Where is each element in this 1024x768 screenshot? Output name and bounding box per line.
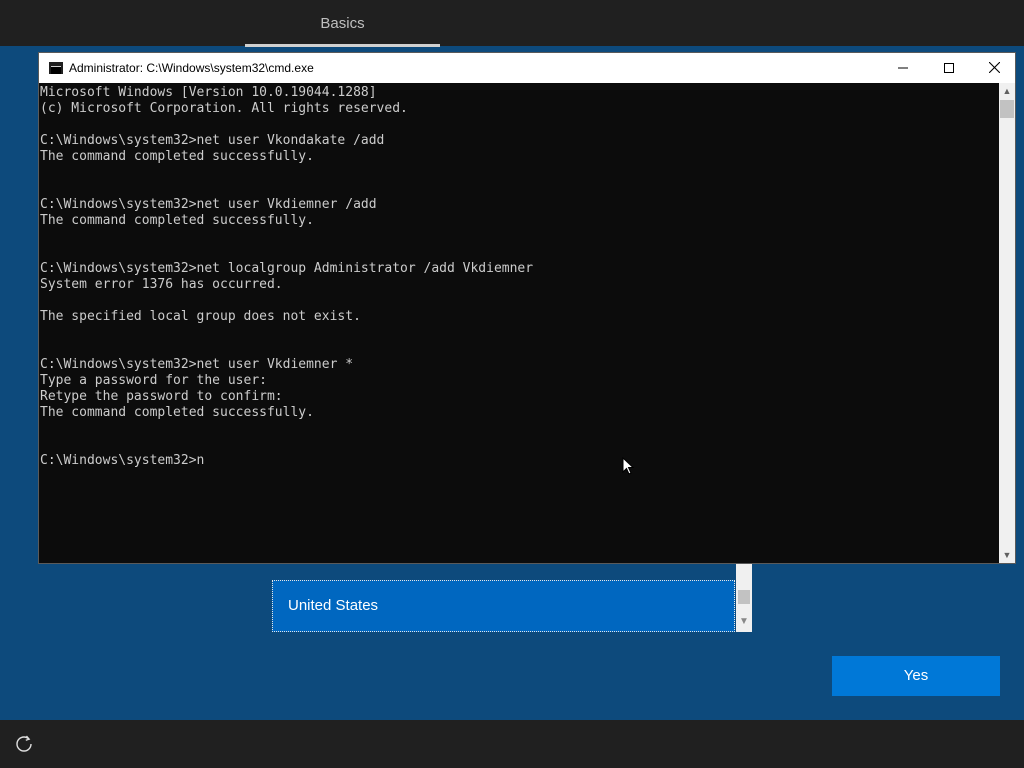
console-line: The command completed successfully. bbox=[40, 405, 314, 420]
close-button[interactable] bbox=[971, 53, 1017, 83]
console-line: (c) Microsoft Corporation. All rights re… bbox=[40, 101, 408, 116]
cmd-window-title: Administrator: C:\Windows\system32\cmd.e… bbox=[69, 61, 314, 75]
console-line: Microsoft Windows [Version 10.0.19044.12… bbox=[40, 85, 377, 100]
maximize-icon bbox=[944, 63, 954, 73]
scroll-up-icon[interactable]: ▲ bbox=[999, 83, 1015, 99]
console-line: C:\Windows\system32>n bbox=[40, 453, 205, 468]
maximize-button[interactable] bbox=[926, 53, 972, 83]
minimize-icon bbox=[898, 67, 908, 69]
minimize-button[interactable] bbox=[880, 53, 926, 83]
region-scroll-thumb[interactable] bbox=[738, 590, 750, 604]
console-line: The command completed successfully. bbox=[40, 149, 314, 164]
region-item-selected[interactable]: United States bbox=[272, 580, 735, 632]
cmd-titlebar[interactable]: Administrator: C:\Windows\system32\cmd.e… bbox=[39, 53, 1015, 83]
mouse-pointer-icon bbox=[622, 457, 635, 475]
console-line: C:\Windows\system32>net user Vkdiemner /… bbox=[40, 197, 377, 212]
console-line: System error 1376 has occurred. bbox=[40, 277, 283, 292]
accessibility-icon[interactable] bbox=[14, 734, 34, 754]
console-scroll-thumb[interactable] bbox=[1000, 100, 1014, 118]
region-list[interactable]: United States ▼ bbox=[272, 564, 752, 632]
console-line: Type a password for the user: bbox=[40, 373, 267, 388]
oobe-header: Basics bbox=[0, 0, 1024, 47]
region-scrollbar[interactable]: ▼ bbox=[736, 564, 752, 632]
cmd-app-icon bbox=[49, 62, 63, 74]
yes-button[interactable]: Yes bbox=[832, 656, 1000, 696]
console-line: C:\Windows\system32>net localgroup Admin… bbox=[40, 261, 534, 276]
console-output[interactable]: Microsoft Windows [Version 10.0.19044.12… bbox=[39, 83, 999, 563]
console-line: Retype the password to confirm: bbox=[40, 389, 283, 404]
close-icon bbox=[988, 61, 1000, 74]
console-scrollbar[interactable]: ▲ ▼ bbox=[999, 83, 1015, 563]
oobe-footer bbox=[0, 720, 1024, 768]
console-line: The specified local group does not exist… bbox=[40, 309, 361, 324]
chevron-down-icon[interactable]: ▼ bbox=[736, 614, 752, 630]
cmd-window[interactable]: Administrator: C:\Windows\system32\cmd.e… bbox=[38, 52, 1016, 564]
console-line: C:\Windows\system32>net user Vkdiemner * bbox=[40, 357, 354, 372]
tab-basics[interactable]: Basics bbox=[245, 0, 440, 46]
tab-underline bbox=[245, 44, 440, 47]
scroll-down-icon[interactable]: ▼ bbox=[999, 547, 1015, 563]
console-line: The command completed successfully. bbox=[40, 213, 314, 228]
console-line: C:\Windows\system32>net user Vkondakate … bbox=[40, 133, 385, 148]
